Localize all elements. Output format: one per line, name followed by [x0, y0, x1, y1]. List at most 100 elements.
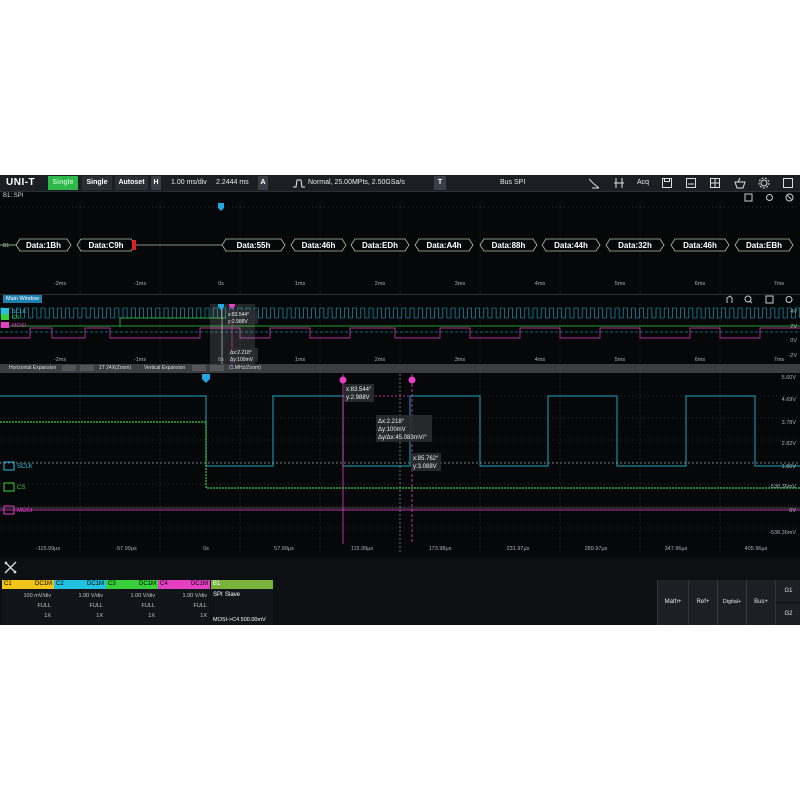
main-channel-tag — [1, 322, 9, 328]
storage-icon[interactable] — [685, 177, 697, 189]
bus-packet-label: Data:C9h — [88, 241, 123, 250]
digital-plus-button[interactable]: Digital+ — [717, 580, 746, 625]
main-volt-tick: 4V — [790, 309, 797, 315]
bus-error-marker — [132, 240, 136, 250]
basket-icon[interactable] — [734, 177, 746, 189]
zoom-volt-tick: 0V — [789, 508, 796, 514]
acq-button[interactable]: Acq — [637, 175, 649, 191]
run-status-badge[interactable]: Single — [48, 176, 78, 190]
main-window-toolbar — [726, 295, 793, 304]
zoom-cursor-b-x: x:85.762° — [413, 456, 439, 462]
trigger-position-marker — [218, 203, 224, 211]
channel-panel-c1[interactable]: C1 DC1M 100 mV/div FULL 1X — [2, 580, 54, 625]
single-button[interactable]: Single — [82, 176, 112, 190]
brand-logo: UNI-T — [6, 177, 36, 188]
channel-id: C2 — [56, 581, 64, 587]
trigger-bus-info[interactable]: Bus SPI — [500, 175, 525, 191]
zoom-window-plot[interactable]: SCLK CS MOSI x:83.544° y:2.988V Δx:2.218° Δy:1… — [0, 374, 800, 558]
channel-header: C3 DC1M — [106, 580, 158, 589]
main-channel-label: MOSI — [12, 323, 27, 329]
bus-decode-plot[interactable]: B1 Data:1Bh Data:C9h Data:55h Data:46h Data:E… — [0, 203, 800, 295]
main-time-tick: -1ms — [134, 357, 146, 363]
horizontal-position[interactable]: 2.2444 ms — [216, 175, 249, 191]
main-time-tick: 3ms — [455, 357, 466, 363]
acquire-label: A — [258, 176, 268, 190]
main-time-tick: 0s — [218, 357, 224, 363]
main-time-tick: 1ms — [295, 357, 306, 363]
pulse-icon — [293, 179, 305, 188]
main-window-tab[interactable]: Main Window — [3, 295, 43, 303]
main-window-plot[interactable]: SCLKCSMOSIx:83.544°y:2.988VΔx:2.218°Δy:1… — [0, 304, 800, 368]
channel-id: C4 — [160, 581, 168, 587]
settings-gear-icon[interactable] — [758, 177, 770, 189]
bus-window-max-icon[interactable] — [744, 193, 753, 202]
main-volt-tick: 2V — [790, 324, 797, 330]
fullscreen-icon[interactable] — [782, 177, 794, 189]
autoset-button[interactable]: Autoset — [115, 176, 148, 190]
zoom-volt-tick: 2.82V — [782, 441, 797, 447]
bus-packet-label: Data:46h — [683, 241, 717, 250]
ref-plus-button[interactable]: Ref+ — [688, 580, 717, 625]
bus-panel[interactable]: B1 SPI Slave MOSI->C4 500.00mV — [211, 580, 273, 625]
zoom-time-tick: 57.99μs — [274, 546, 294, 552]
channel-panel-c3[interactable]: C3 DC1M 1.00 V/div FULL 1X — [106, 580, 158, 625]
bus-time-tick: 4ms — [535, 281, 546, 287]
bus-tag-label: B1 — [3, 243, 9, 249]
h-expansion-dec[interactable] — [62, 365, 76, 371]
g1-button[interactable]: G1 — [775, 580, 800, 602]
channel-scale: 1.00 V/div — [182, 593, 207, 599]
horizontal-expansion-label[interactable]: Horizontal Expansion — [9, 365, 56, 371]
bus-window-settings-icon[interactable] — [765, 193, 774, 202]
trigger-label: T — [434, 176, 446, 190]
zoom-volt-tick: 4.69V — [782, 397, 797, 403]
channel-coupling: DC1M — [34, 581, 52, 587]
channel-header: C1 DC1M — [2, 580, 54, 589]
v-expansion-dec[interactable] — [192, 365, 206, 371]
channel-panel-c4[interactable]: C4 DC1M 1.00 V/div FULL 1X — [158, 580, 210, 625]
zoom-cursor-b-y: y:3.088V — [413, 464, 437, 470]
timebase-value[interactable]: 1.00 ms/div — [171, 175, 207, 191]
bus-time-tick: -2ms — [54, 281, 66, 287]
cursor-icon[interactable] — [613, 177, 625, 189]
bus-packet-label: Data:46h — [302, 241, 336, 250]
tools-icon[interactable] — [4, 561, 17, 574]
channel-panel-c2[interactable]: C2 DC1M 1.00 V/div FULL 1X — [54, 580, 106, 625]
vertical-zoom-value: (1.MHz/Zoom) — [229, 365, 261, 371]
channel-id: C1 — [4, 581, 12, 587]
grid-display-icon[interactable] — [709, 177, 721, 189]
bus-time-tick: -1ms — [134, 281, 146, 287]
horizontal-zoom-value: 1T 24X(Zoom) — [99, 365, 132, 371]
zoom-cursor-a-handle — [339, 376, 347, 384]
zoom-time-tick: 173.98μs — [429, 546, 452, 552]
bus-time-tick: 7ms — [774, 281, 785, 287]
top-toolbar: UNI-T Single Single Autoset H 1.00 ms/di… — [0, 175, 800, 192]
h-expansion-inc[interactable] — [80, 365, 94, 371]
measure-icon[interactable] — [588, 177, 600, 189]
vertical-expansion-label[interactable]: Vertical Expansion — [144, 365, 185, 371]
bus-time-tick: 0s — [218, 281, 224, 287]
zoom-time-tick: 0s — [203, 546, 209, 552]
main-time-tick: 7ms — [774, 357, 785, 363]
save-icon[interactable] — [661, 177, 673, 189]
bus-protocol: SPI — [213, 592, 223, 598]
bus-window-close-icon[interactable] — [785, 193, 794, 202]
channel-coupling: DC1M — [86, 581, 104, 587]
g2-button[interactable]: G2 — [775, 603, 800, 625]
expansion-bar: Horizontal Expansion 1T 24X(Zoom) Vertic… — [0, 364, 800, 373]
main-delta-x: Δx:2.218° — [230, 350, 252, 356]
zoom-volt-tick: 5.60V — [782, 375, 797, 381]
channel-coupling: DC1M — [190, 581, 208, 587]
bus-packet-label: Data:A4h — [426, 241, 461, 250]
zoom-channel-label: CS — [17, 485, 25, 491]
zoom-cursor-a-x: x:83.544° — [346, 387, 372, 393]
acquisition-info[interactable]: Normal, 25.00MPts, 2.50GSa/s — [308, 175, 405, 191]
math-plus-button[interactable]: Math+ — [657, 580, 688, 625]
hand-icon — [726, 295, 733, 303]
channel-header: C4 DC1M — [158, 580, 210, 589]
bus-packet-label: Data:88h — [492, 241, 526, 250]
main-time-tick: 2ms — [375, 357, 386, 363]
bus-plus-button[interactable]: Bus+ — [746, 580, 775, 625]
v-expansion-inc[interactable] — [210, 365, 224, 371]
main-time-tick: -2ms — [54, 357, 66, 363]
main-time-tick: 6ms — [695, 357, 706, 363]
